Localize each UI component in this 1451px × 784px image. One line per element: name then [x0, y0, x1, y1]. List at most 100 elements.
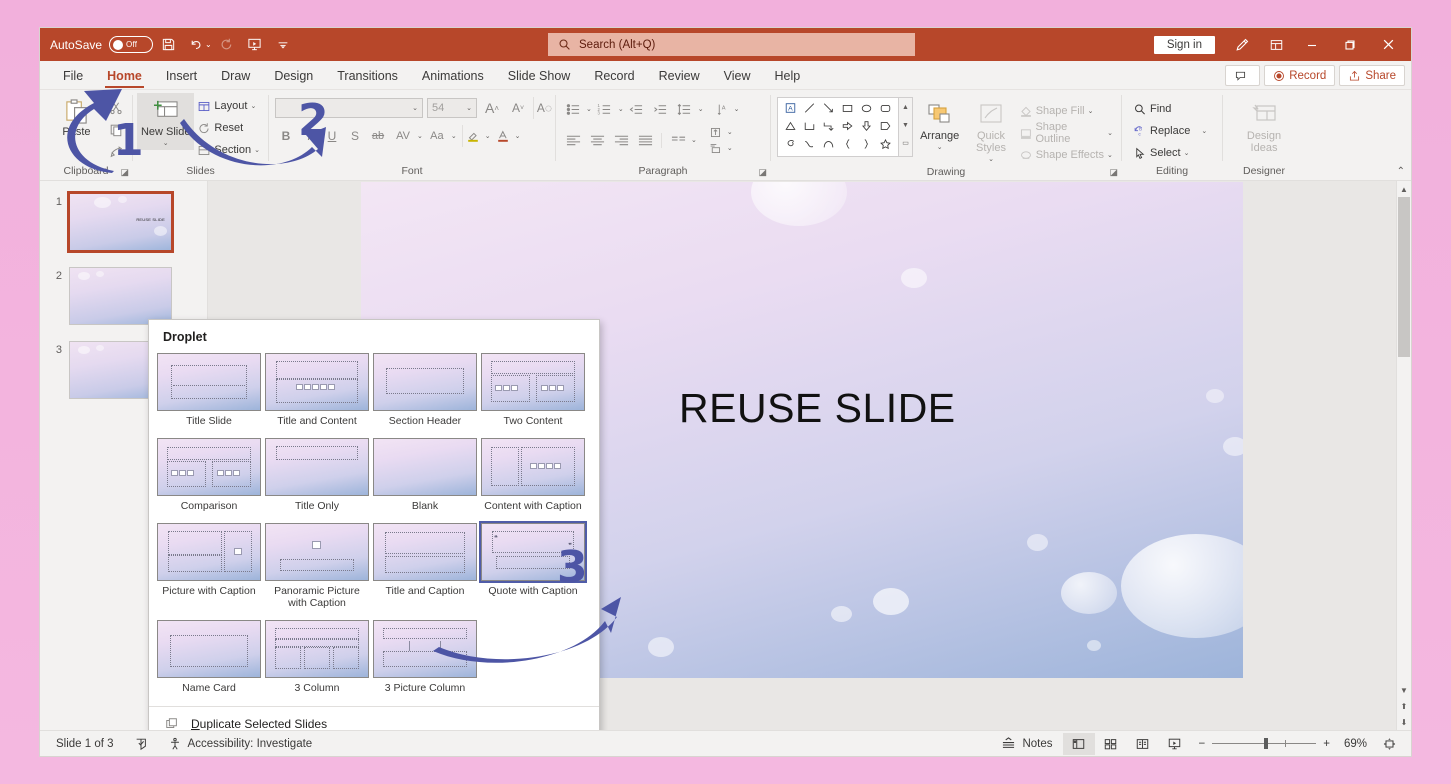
layout-name-card[interactable]: Name Card: [155, 617, 263, 702]
clipboard-dialog-launcher[interactable]: ◪: [120, 167, 129, 178]
paragraph-dialog-launcher[interactable]: ◪: [758, 167, 767, 178]
strikethrough-button[interactable]: ab: [367, 125, 389, 147]
shapes-gallery[interactable]: A: [777, 97, 899, 157]
font-color-icon[interactable]: [492, 125, 514, 147]
search-box[interactable]: Search (Alt+Q): [548, 33, 915, 56]
convert-smartart-icon[interactable]: [705, 140, 727, 156]
close-icon[interactable]: [1369, 28, 1407, 61]
record-button[interactable]: Record: [1264, 65, 1336, 86]
scroll-thumb[interactable]: [1397, 197, 1410, 357]
save-icon[interactable]: [155, 33, 181, 57]
shapes-gallery-scrollbar[interactable]: ▲ ▼ ▭: [899, 97, 913, 157]
shapes-scroll-down-icon[interactable]: ▼: [899, 116, 912, 134]
shape-right-brace-icon[interactable]: [860, 138, 873, 153]
change-case-button[interactable]: Aa: [424, 125, 450, 147]
shape-curve-icon[interactable]: [803, 138, 816, 153]
text-direction-dropdown-icon[interactable]: ⌄: [734, 105, 740, 113]
new-slide-button[interactable]: New Slide ⌄: [137, 93, 195, 150]
align-left-icon[interactable]: [562, 129, 584, 151]
shape-pentagon-icon[interactable]: [879, 120, 892, 135]
arrange-dropdown-icon[interactable]: ⌄: [937, 142, 943, 154]
next-slide-icon[interactable]: ⬇: [1401, 714, 1408, 730]
reset-button[interactable]: Reset: [194, 117, 263, 139]
zoom-out-button[interactable]: −: [1199, 738, 1206, 750]
notes-button[interactable]: Notes: [991, 731, 1062, 757]
layout-panoramic-picture-with-caption[interactable]: Panoramic Picture with Caption: [263, 520, 371, 617]
select-button[interactable]: Select ⌄: [1130, 142, 1192, 164]
decrease-indent-icon[interactable]: [626, 98, 648, 120]
layout-title-and-caption[interactable]: Title and Caption: [371, 520, 479, 617]
tab-view[interactable]: View: [712, 65, 763, 89]
duplicate-selected-slides-command[interactable]: Duplicate Selected Slides: [149, 710, 599, 730]
tab-slide-show[interactable]: Slide Show: [496, 65, 583, 89]
layout-dropdown-icon[interactable]: ⌄: [250, 102, 256, 110]
spell-check-icon[interactable]: [124, 731, 158, 757]
text-highlight-dropdown-icon[interactable]: ⌄: [485, 132, 491, 140]
section-dropdown-icon[interactable]: ⌄: [254, 146, 260, 154]
tab-animations[interactable]: Animations: [410, 65, 496, 89]
bold-button[interactable]: B: [275, 125, 297, 147]
select-dropdown-icon[interactable]: ⌄: [1184, 149, 1190, 157]
character-spacing-dropdown-icon[interactable]: ⌄: [417, 132, 423, 140]
bullets-icon[interactable]: [562, 98, 584, 120]
italic-button[interactable]: I: [298, 125, 320, 147]
shapes-scroll-up-icon[interactable]: ▲: [899, 98, 912, 116]
find-button[interactable]: Find: [1130, 98, 1174, 120]
ribbon-display-options-icon[interactable]: [1259, 28, 1293, 61]
undo-icon[interactable]: [183, 33, 209, 57]
shrink-font-icon[interactable]: A ˅: [507, 97, 529, 119]
scroll-down-icon[interactable]: ▼: [1400, 682, 1408, 698]
scroll-track[interactable]: [1397, 197, 1412, 682]
pen-icon[interactable]: [1225, 28, 1259, 61]
tab-design[interactable]: Design: [262, 65, 325, 89]
clear-formatting-icon[interactable]: A◌: [533, 97, 555, 119]
tab-help[interactable]: Help: [762, 65, 812, 89]
thumbnail-item-1[interactable]: 1 REUSE SLIDE: [40, 189, 207, 263]
accessibility-status[interactable]: Accessibility: Investigate: [158, 731, 323, 757]
replace-dropdown-icon[interactable]: ⌄: [1201, 127, 1207, 135]
format-painter-icon[interactable]: [105, 141, 127, 163]
shape-line-icon[interactable]: [803, 102, 816, 117]
slide-title-text[interactable]: REUSE SLIDE: [679, 385, 956, 432]
underline-button[interactable]: U: [321, 125, 343, 147]
font-size-combo[interactable]: 54 ⌄: [427, 98, 477, 118]
text-direction-icon[interactable]: A: [712, 100, 734, 118]
arrange-button[interactable]: Arrange ⌄: [913, 97, 966, 154]
autosave-toggle[interactable]: Off: [109, 36, 154, 53]
change-case-dropdown-icon[interactable]: ⌄: [451, 132, 457, 140]
shapes-more-icon[interactable]: ▭: [899, 134, 912, 152]
tab-draw[interactable]: Draw: [209, 65, 262, 89]
shape-left-brace-icon[interactable]: [841, 138, 854, 153]
collapse-ribbon-icon[interactable]: ⌃: [1397, 166, 1405, 177]
normal-view-button[interactable]: [1062, 732, 1095, 755]
layout-two-content[interactable]: Two Content: [479, 350, 587, 435]
slide-vertical-scrollbar[interactable]: ▲ ▼ ⬆ ⬇: [1396, 181, 1411, 730]
shape-rectangle-icon[interactable]: [841, 102, 854, 117]
fit-to-window-button[interactable]: [1373, 733, 1405, 755]
shape-textbox-icon[interactable]: A: [784, 102, 797, 117]
sign-in-button[interactable]: Sign in: [1153, 35, 1215, 54]
numbering-dropdown-icon[interactable]: ⌄: [618, 105, 624, 113]
new-slide-dropdown-icon[interactable]: ⌄: [163, 138, 169, 150]
layout-3-picture-column[interactable]: 3 Picture Column: [371, 617, 479, 702]
shape-scribble-icon[interactable]: [784, 138, 797, 153]
align-center-icon[interactable]: [586, 129, 608, 151]
paste-button[interactable]: Paste: [48, 93, 105, 138]
zoom-level[interactable]: 69%: [1338, 731, 1373, 757]
tab-file[interactable]: File: [51, 65, 95, 89]
tab-record[interactable]: Record: [582, 65, 646, 89]
zoom-track[interactable]: [1212, 738, 1317, 749]
align-text-icon[interactable]: [705, 124, 727, 140]
zoom-handle[interactable]: [1264, 738, 1269, 749]
redo-icon[interactable]: [214, 33, 240, 57]
customize-qat-icon[interactable]: [270, 33, 296, 57]
shape-arrow-icon[interactable]: [822, 102, 835, 117]
increase-indent-icon[interactable]: [650, 98, 672, 120]
line-spacing-dropdown-icon[interactable]: ⌄: [698, 105, 704, 113]
zoom-in-button[interactable]: +: [1323, 738, 1330, 750]
font-color-dropdown-icon[interactable]: ⌄: [515, 132, 521, 140]
layout-picture-with-caption[interactable]: Picture with Caption: [155, 520, 263, 617]
layout-comparison[interactable]: Comparison: [155, 435, 263, 520]
slide-show-button[interactable]: [1159, 733, 1191, 755]
tab-insert[interactable]: Insert: [154, 65, 209, 89]
